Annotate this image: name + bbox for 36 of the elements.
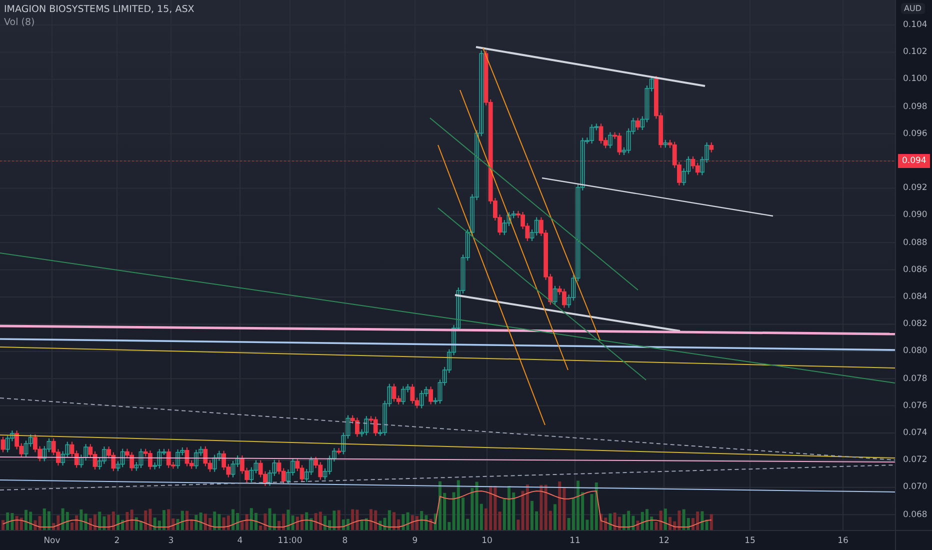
time-label: 4 xyxy=(237,536,243,546)
last-price-badge: 0.094 xyxy=(898,154,930,168)
chart-panel[interactable]: IMAGION BIOSYSTEMS LIMITED, 15, ASX Vol (8) xyxy=(0,0,895,530)
price-label: 0.068 xyxy=(903,510,928,520)
price-label: 0.072 xyxy=(903,455,928,466)
time-label: 11 xyxy=(570,536,580,546)
price-label: 0.070 xyxy=(903,482,928,492)
time-label: Nov xyxy=(44,536,60,546)
time-label: 2 xyxy=(114,536,120,546)
price-label: 0.082 xyxy=(903,319,928,330)
price-label: 0.098 xyxy=(903,102,928,112)
time-label: 16 xyxy=(838,536,848,546)
price-label: 0.104 xyxy=(903,20,928,30)
time-label: 9 xyxy=(412,536,418,546)
time-label: 8 xyxy=(342,536,348,546)
symbol-title: IMAGION BIOSYSTEMS LIMITED, 15, ASX xyxy=(4,4,194,15)
price-label: 0.088 xyxy=(903,238,928,248)
currency-label: AUD xyxy=(901,3,924,14)
price-label: 0.102 xyxy=(903,47,928,58)
time-label: 10 xyxy=(482,536,492,546)
price-label: 0.074 xyxy=(903,428,928,438)
price-label: 0.092 xyxy=(903,183,928,194)
price-label: 0.080 xyxy=(903,346,928,356)
price-label: 0.090 xyxy=(903,210,928,220)
price-label: 0.100 xyxy=(903,74,928,84)
price-label: 0.096 xyxy=(903,128,928,139)
volume-indicator-label: Vol (8) xyxy=(4,17,36,28)
price-label: 0.078 xyxy=(903,374,928,384)
price-label: 0.084 xyxy=(903,292,928,302)
time-label: 12 xyxy=(658,536,670,546)
price-label: 0.076 xyxy=(903,400,928,411)
time-label: 11:00 xyxy=(278,536,302,546)
price-label: 0.086 xyxy=(903,264,928,275)
time-label: 3 xyxy=(168,536,174,546)
time-label: 15 xyxy=(744,536,756,546)
price-axis[interactable]: AUD 0.104 0.102 0.100 0.098 0.096 0.092 0.090 0.088 0.086 0.084 0.082 0.080 0.078 0.076 0.074 0.072 0.070 0.068 0.094 xyxy=(895,0,932,530)
